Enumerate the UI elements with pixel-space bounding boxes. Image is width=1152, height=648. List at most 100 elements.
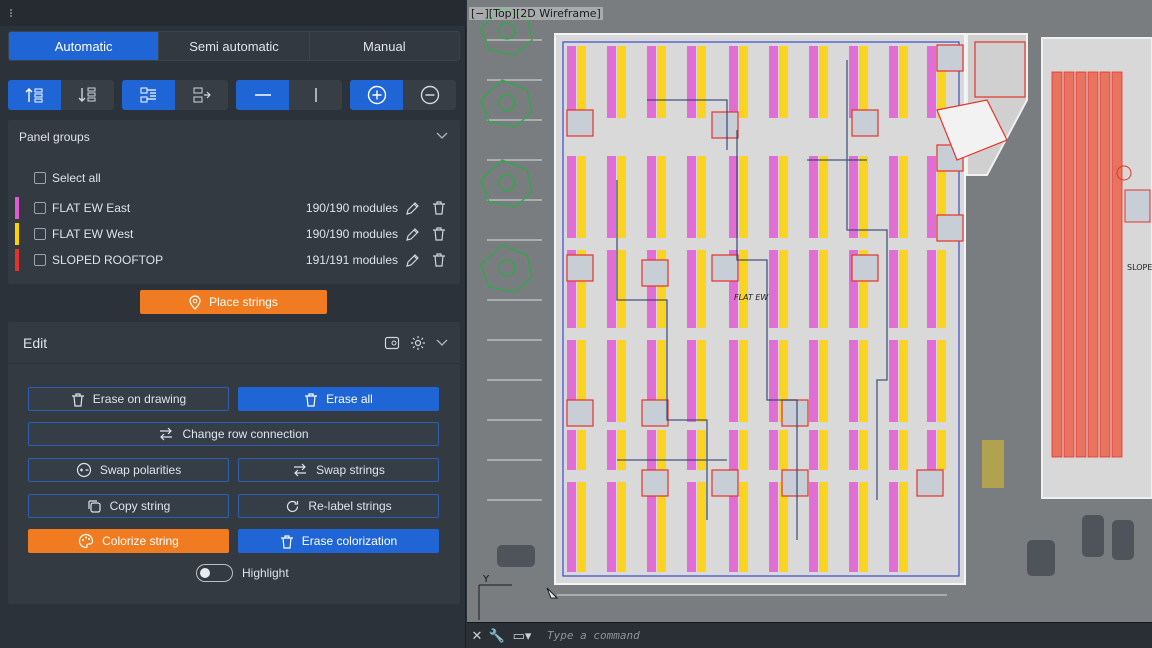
obstruction <box>711 254 739 282</box>
colorize-string-button[interactable]: Colorize string <box>28 529 229 553</box>
chevron-down-icon[interactable] <box>436 339 448 347</box>
pv-row-east <box>849 340 858 422</box>
command-input[interactable]: Type a command <box>547 629 640 642</box>
command-menu-icon[interactable]: ▭▾ <box>507 628 537 644</box>
pv-row-west <box>779 156 788 238</box>
erase-all-button[interactable]: Erase all <box>238 387 439 411</box>
pv-row-east <box>769 340 778 422</box>
tab-manual[interactable]: Manual <box>310 32 459 60</box>
pv-row-west <box>779 250 788 328</box>
obstruction <box>711 469 739 497</box>
swap-polarities-button[interactable]: Swap polarities <box>28 458 229 482</box>
sloped-module-row <box>1051 71 1063 458</box>
pencil-icon[interactable] <box>404 201 420 217</box>
pv-row-west <box>819 430 828 470</box>
tab-automatic[interactable]: Automatic <box>9 32 160 60</box>
highlight-label: Highlight <box>242 566 289 580</box>
pv-row-east <box>809 482 818 572</box>
pv-row-east <box>927 430 936 470</box>
layout-stack-button[interactable] <box>122 80 175 110</box>
wrench-icon[interactable]: 🔧 <box>487 628 507 644</box>
pv-row-east <box>687 46 696 118</box>
pv-row-east <box>769 430 778 470</box>
panel-groups-header[interactable]: Panel groups <box>8 120 460 154</box>
pv-row-west <box>657 46 666 118</box>
cad-drawing[interactable]: FLAT EW SLOPE Y <box>467 0 1152 622</box>
trash-icon <box>71 392 84 407</box>
pv-row-west <box>617 46 626 118</box>
pv-row-west <box>577 46 586 118</box>
place-strings-label: Place strings <box>209 295 278 309</box>
add-button[interactable] <box>350 80 403 110</box>
swap-strings-label: Swap strings <box>316 463 385 477</box>
pv-row-east <box>889 156 898 238</box>
swap-strings-button[interactable]: Swap strings <box>238 458 439 482</box>
string-toolbar <box>8 80 456 110</box>
pv-row-west <box>937 430 946 470</box>
pv-row-west <box>937 340 946 422</box>
select-all-checkbox[interactable] <box>34 172 46 184</box>
group-color-swatch <box>15 223 19 245</box>
relabel-strings-button[interactable]: Re-label strings <box>238 494 439 518</box>
group-checkbox[interactable] <box>34 202 46 214</box>
group-name: SLOPED ROOFTOP <box>52 253 164 267</box>
pv-row-west <box>819 156 828 238</box>
highlight-toggle[interactable] <box>196 564 233 582</box>
record-icon[interactable] <box>384 336 400 350</box>
group-checkbox[interactable] <box>34 254 46 266</box>
polarity-icon <box>76 462 91 478</box>
group-checkbox[interactable] <box>34 228 46 240</box>
pv-row-east <box>927 250 936 328</box>
layout-group <box>122 80 228 110</box>
pencil-icon[interactable] <box>404 253 420 269</box>
layout-arrange-button[interactable] <box>175 80 228 110</box>
layout-stack-icon <box>140 87 156 103</box>
pencil-icon[interactable] <box>404 227 420 243</box>
pv-row-west <box>899 482 908 572</box>
vertical-button[interactable] <box>289 80 342 110</box>
panel-drag-handle[interactable] <box>0 0 466 26</box>
pv-row-west <box>657 156 666 238</box>
trash-icon[interactable] <box>432 226 446 242</box>
group-module-count: 191/191 modules <box>305 253 398 267</box>
change-row-connection-label: Change row connection <box>182 427 309 441</box>
pv-row-west <box>617 250 626 328</box>
cad-viewport[interactable]: FLAT EW SLOPE Y [−][Top][2D Wireframe] <box>467 0 1152 622</box>
close-icon[interactable]: ✕ <box>467 628 487 644</box>
erase-colorization-button[interactable]: Erase colorization <box>238 529 439 553</box>
erase-on-drawing-button[interactable]: Erase on drawing <box>28 387 229 411</box>
pv-row-west <box>819 250 828 328</box>
pv-row-west <box>859 340 868 422</box>
horizontal-button[interactable] <box>236 80 289 110</box>
erase-on-drawing-label: Erase on drawing <box>92 392 187 406</box>
plus-circle-icon <box>367 85 386 105</box>
highlight-toggle-row: Highlight <box>196 564 289 582</box>
swap-polarities-label: Swap polarities <box>99 463 182 477</box>
pv-row-west <box>859 156 868 238</box>
edit-header[interactable]: Edit <box>8 322 460 364</box>
refresh-icon <box>287 500 299 512</box>
group-name: FLAT EW East <box>52 201 131 215</box>
pv-row-west <box>697 482 706 572</box>
pv-row-west <box>617 340 626 422</box>
tab-semi-automatic[interactable]: Semi automatic <box>159 32 310 60</box>
pv-row-east <box>809 250 818 328</box>
trash-icon[interactable] <box>432 200 446 216</box>
obstruction <box>936 44 964 72</box>
place-strings-button[interactable]: Place strings <box>140 290 327 314</box>
sort-descending-button[interactable] <box>61 80 114 110</box>
viewport-label[interactable]: [−][Top][2D Wireframe] <box>469 7 603 20</box>
orientation-group <box>236 80 342 110</box>
sort-ascending-button[interactable] <box>8 80 61 110</box>
pv-row-west <box>617 482 626 572</box>
edit-header-icons <box>384 335 448 351</box>
gear-icon[interactable] <box>410 335 426 351</box>
pv-row-east <box>687 156 696 238</box>
remove-button[interactable] <box>403 80 456 110</box>
pv-row-east <box>849 482 858 572</box>
change-row-connection-button[interactable]: Change row connection <box>28 422 439 446</box>
copy-string-button[interactable]: Copy string <box>28 494 229 518</box>
minus-circle-icon <box>420 85 439 105</box>
zoom-group <box>350 80 456 110</box>
trash-icon[interactable] <box>432 252 446 268</box>
